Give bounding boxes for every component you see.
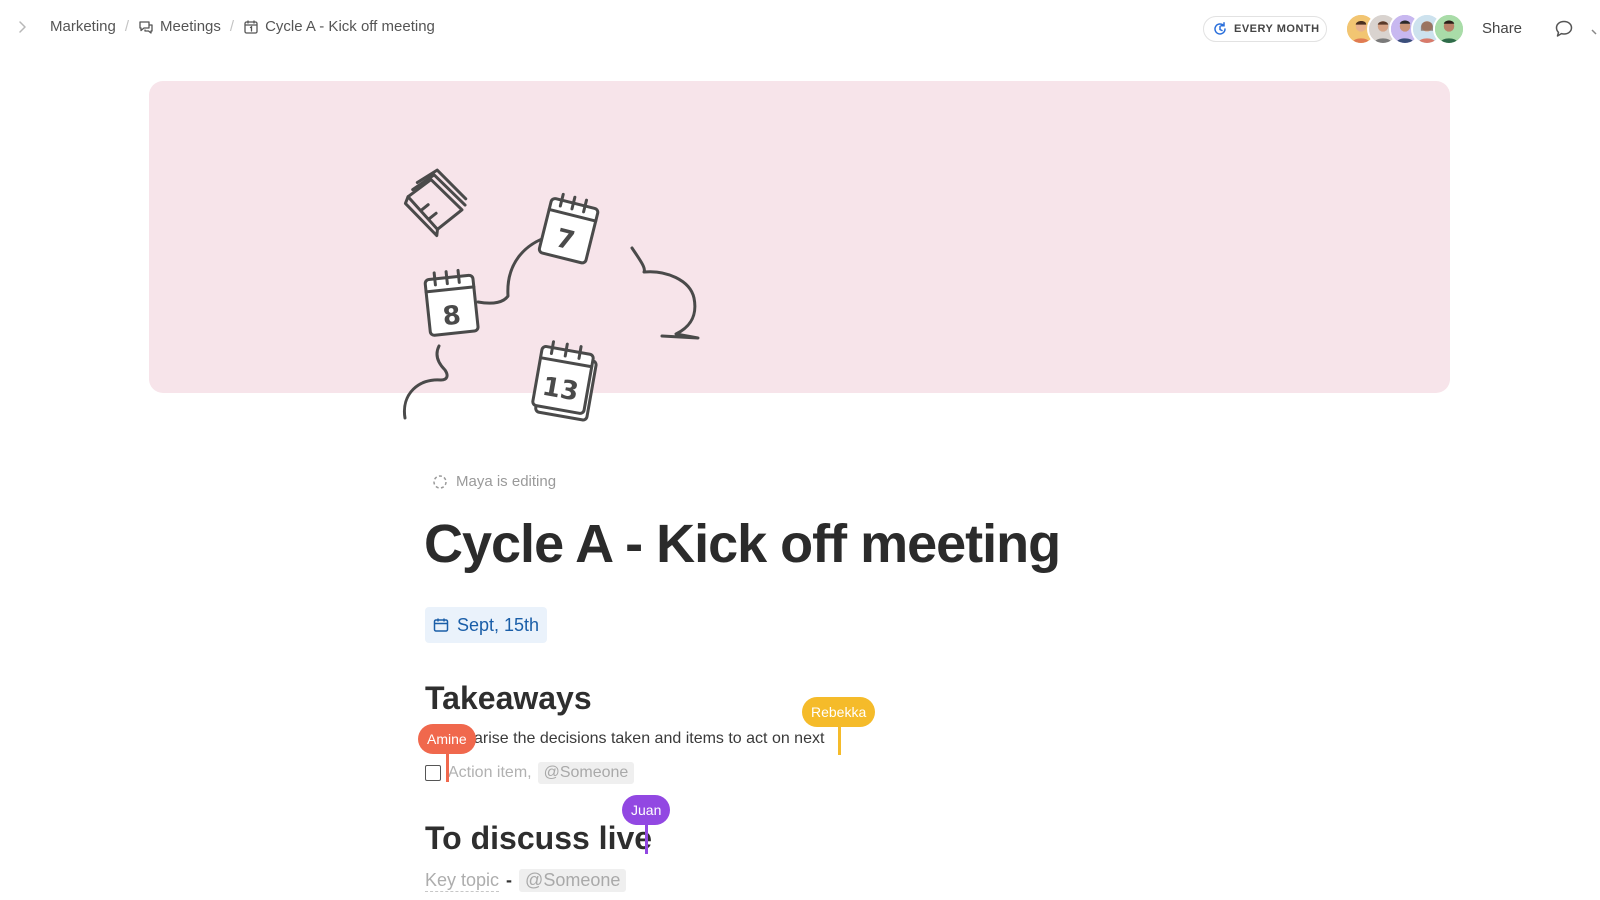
comment-icon[interactable]: [1553, 18, 1575, 40]
cursor-caret-amine: [446, 752, 449, 782]
cursor-label-juan: Juan: [622, 795, 671, 825]
mention-chip[interactable]: @Someone: [537, 762, 635, 784]
cover-banner[interactable]: [149, 81, 1450, 393]
refresh-icon: [1214, 22, 1226, 35]
action-item-placeholder[interactable]: Action item,: [448, 764, 532, 782]
editing-status: Maya is editing: [432, 473, 556, 490]
share-button[interactable]: Share: [1482, 20, 1522, 37]
svg-text:13: 13: [540, 372, 581, 408]
chevron-down-icon[interactable]: [1591, 24, 1600, 35]
collaborator-avatars[interactable]: [1345, 13, 1469, 45]
cursor-caret-rebekka: [838, 725, 841, 755]
page-title[interactable]: Cycle A - Kick off meeting: [424, 513, 1061, 575]
action-item-checkbox[interactable]: [425, 765, 441, 781]
svg-text:8: 8: [441, 300, 462, 332]
heading-to-discuss-live[interactable]: To discuss live: [425, 820, 652, 857]
date-chip[interactable]: Sept, 15th: [425, 607, 547, 643]
action-item-row: Action item, @Someone: [425, 761, 635, 785]
separator-dash: -: [506, 870, 513, 890]
key-topic-row: Key topic - @Someone: [425, 869, 627, 892]
recurrence-button[interactable]: EVERY MONTH: [1203, 16, 1327, 42]
recurrence-label: EVERY MONTH: [1234, 23, 1320, 35]
key-topic-placeholder[interactable]: Key topic: [425, 870, 500, 892]
mention-chip[interactable]: @Someone: [519, 869, 627, 892]
header-actions: EVERY MONTH Share: [0, 12, 1600, 45]
heading-takeaways[interactable]: Takeaways: [425, 680, 592, 717]
date-value: Sept, 15th: [457, 614, 540, 635]
avatar[interactable]: [1433, 13, 1465, 45]
editing-status-text: Maya is editing: [456, 473, 557, 490]
top-bar: Marketing / Meetings / Cycle A - Kick of…: [0, 0, 1600, 56]
calendar-illustration: 7 8 13: [402, 168, 700, 422]
calendar-icon: [433, 618, 449, 632]
cursor-label-amine: Amine: [418, 724, 476, 754]
cursor-label-rebekka: Rebekka: [802, 697, 876, 727]
cursor-caret-juan: [645, 822, 648, 854]
takeaways-paragraph[interactable]: arise the decisions taken and items to a…: [474, 730, 824, 748]
spinner-icon: [433, 474, 447, 489]
